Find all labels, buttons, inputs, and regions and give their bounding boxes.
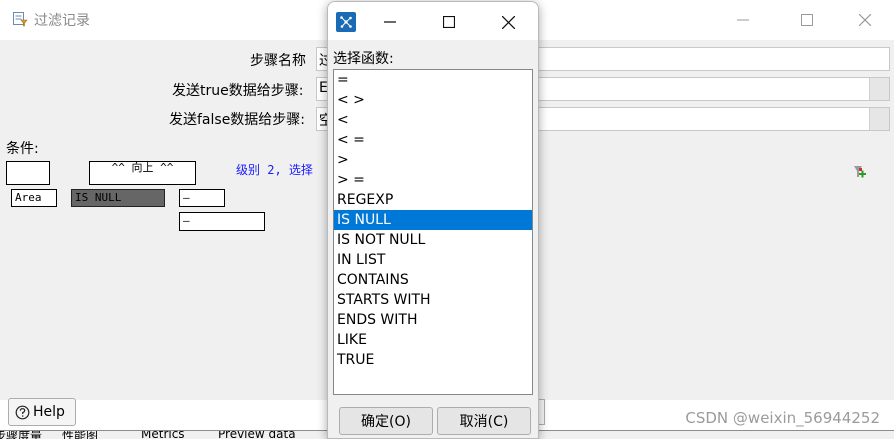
function-item-starts-with[interactable]: STARTS WITH [334,290,532,310]
false-step-dropdown-button[interactable] [869,108,889,130]
function-item-lt[interactable]: < [334,110,532,130]
maximize-icon[interactable] [787,6,827,34]
negate-box[interactable] [6,161,50,185]
dialog-maximize-icon[interactable] [427,7,471,37]
select-function-dialog: 选择函数: = < > < < = > > = REGEXP IS NULL I… [327,1,539,439]
tab-step-metrics[interactable]: 步骤度量 [0,431,42,439]
dialog-close-icon[interactable] [486,7,530,37]
function-item-regexp[interactable]: REGEXP [334,190,532,210]
level-indicator: 级别 2, 选择 [236,163,313,177]
tab-preview-data[interactable]: Preview data [218,431,296,439]
function-item-is-not-null[interactable]: IS NOT NULL [334,230,532,250]
true-step-label: 发送true数据给步骤: [172,83,304,99]
up-level-button[interactable]: ^^ 向上 ^^ [89,161,196,185]
close-icon[interactable] [845,6,885,34]
condition-field-box[interactable]: Area [11,189,57,207]
select-function-prompt: 选择函数: [333,51,394,67]
help-icon [15,405,30,420]
function-item-ends-with[interactable]: ENDS WITH [334,310,532,330]
tab-performance-graph[interactable]: 性能图 [62,431,98,439]
minimize-icon[interactable] [723,6,763,34]
false-step-label: 发送false数据给步骤: [169,112,306,128]
step-name-label: 步骤名称 [250,53,306,69]
function-item-true[interactable]: TRUE [334,350,532,370]
green-add-icon[interactable] [851,164,867,180]
filter-step-icon [12,11,28,27]
function-item-ge[interactable]: > = [334,170,532,190]
function-item-contains[interactable]: CONTAINS [334,270,532,290]
function-item-eq[interactable]: = [334,70,532,90]
function-item-is-null[interactable]: IS NULL [334,210,532,230]
condition-value2-box[interactable]: — [179,212,265,231]
kettle-spoon-icon [336,12,356,32]
tab-metrics[interactable]: Metrics [141,431,185,439]
function-item-in-list[interactable]: IN LIST [334,250,532,270]
dialog-titlebar [328,2,538,40]
true-step-dropdown-button[interactable] [869,78,889,100]
dialog-minimize-icon[interactable] [368,7,412,37]
condition-value-box[interactable]: — [179,189,225,207]
window-title: 过滤记录 [34,13,90,29]
help-button-label: Help [33,404,65,420]
function-list[interactable]: = < > < < = > > = REGEXP IS NULL IS NOT … [333,69,533,395]
cancel-button[interactable]: 取消(C) [437,407,531,435]
function-item-ne[interactable]: < > [334,90,532,110]
help-button[interactable]: Help [8,398,76,426]
ok-button[interactable]: 确定(O) [339,407,433,435]
function-item-like[interactable]: LIKE [334,330,532,350]
function-item-gt[interactable]: > [334,150,532,170]
function-item-le[interactable]: < = [334,130,532,150]
condition-function-box[interactable]: IS NULL [71,189,165,207]
watermark: CSDN @weixin_56944252 [685,409,880,427]
conditions-label: 条件: [6,141,39,157]
